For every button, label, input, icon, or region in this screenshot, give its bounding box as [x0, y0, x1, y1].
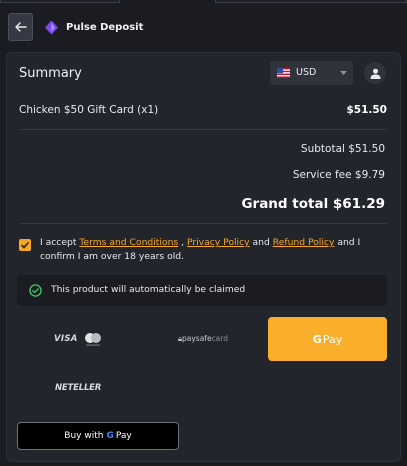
brand-name: Pulse Deposit [66, 22, 144, 33]
user-button[interactable] [364, 62, 386, 84]
check-icon [21, 241, 29, 248]
check-circle-icon [29, 284, 42, 297]
paysafe-main: paysafe [182, 334, 212, 343]
service-fee: Service fee $9.79 [292, 169, 385, 181]
google-g-icon: G [312, 332, 322, 346]
user-icon [370, 68, 380, 79]
terms-conditions-link[interactable]: Terms and Conditions [79, 237, 178, 248]
divider [19, 129, 387, 130]
paysafecard-logo[interactable]: 🔒︎paysafecard [178, 334, 228, 344]
claim-text: This product will automatically be claim… [51, 284, 246, 295]
buy-gpay-label: Pay [115, 431, 132, 441]
pulse-logo-icon [45, 20, 58, 35]
back-button[interactable] [8, 13, 33, 41]
neteller-logo[interactable]: NETELLER [55, 383, 101, 393]
gpay-label: Pay [322, 332, 343, 346]
privacy-policy-link[interactable]: Privacy Policy [187, 237, 250, 248]
terms-text: I accept Terms and Conditions , Privacy … [40, 236, 385, 264]
chevron-down-icon [340, 71, 347, 75]
currency-select[interactable]: USD [270, 61, 353, 85]
visa-logo[interactable]: VISA [54, 334, 78, 344]
item-name: Chicken $50 Gift Card (x1) [19, 104, 159, 116]
currency-value: USD [296, 67, 317, 78]
line-item: Chicken $50 Gift Card (x1) $51.50 [19, 104, 387, 118]
buy-prefix: Buy with [64, 431, 104, 441]
header: Pulse Deposit [0, 13, 407, 43]
top-strip-segment [0, 0, 120, 3]
terms-prefix: I accept [40, 237, 80, 248]
item-price: $51.50 [346, 104, 387, 116]
claim-notice: This product will automatically be claim… [17, 275, 387, 306]
top-strip-segment [215, 0, 407, 3]
buy-with-google-pay-button[interactable]: Buy with G Pay [17, 422, 179, 450]
terms-checkbox[interactable] [19, 239, 31, 251]
paysafe-sub: card [211, 334, 228, 343]
us-flag-icon [277, 68, 290, 78]
summary-title: Summary [19, 66, 82, 81]
terms-separator: and [249, 237, 273, 248]
terms-separator: , [178, 237, 187, 248]
grand-total: Grand total $61.29 [241, 196, 385, 212]
google-pay-option[interactable]: G Pay [268, 317, 387, 361]
mastercard-icon[interactable] [82, 331, 104, 347]
divider [19, 223, 387, 224]
summary-card: Summary USD Chicken $50 Gift Card (x1) $… [6, 52, 401, 462]
top-strip [0, 0, 407, 3]
google-g-icon: G [106, 431, 114, 441]
arrow-left-icon [14, 22, 27, 32]
refund-policy-link[interactable]: Refund Policy [273, 237, 335, 248]
subtotal: Subtotal $51.50 [300, 143, 385, 155]
